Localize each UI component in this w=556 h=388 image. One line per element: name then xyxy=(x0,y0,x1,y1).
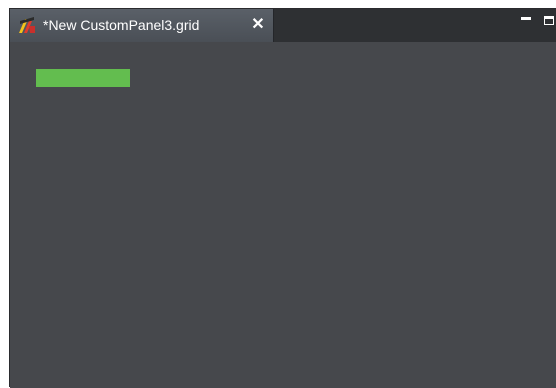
grid-canvas[interactable] xyxy=(10,42,556,388)
close-icon[interactable]: ✕ xyxy=(250,16,266,34)
editor-window: *New CustomPanel3.grid ✕ xyxy=(9,8,556,388)
tab-title: *New CustomPanel3.grid xyxy=(43,17,200,33)
grid-component[interactable] xyxy=(36,69,130,87)
tab-custompanel3-grid[interactable]: *New CustomPanel3.grid ✕ xyxy=(10,9,274,42)
tab-bar: *New CustomPanel3.grid ✕ xyxy=(10,9,556,42)
maximize-icon[interactable] xyxy=(544,16,554,25)
app-logo-icon xyxy=(18,16,36,34)
minimize-icon[interactable] xyxy=(521,17,531,20)
